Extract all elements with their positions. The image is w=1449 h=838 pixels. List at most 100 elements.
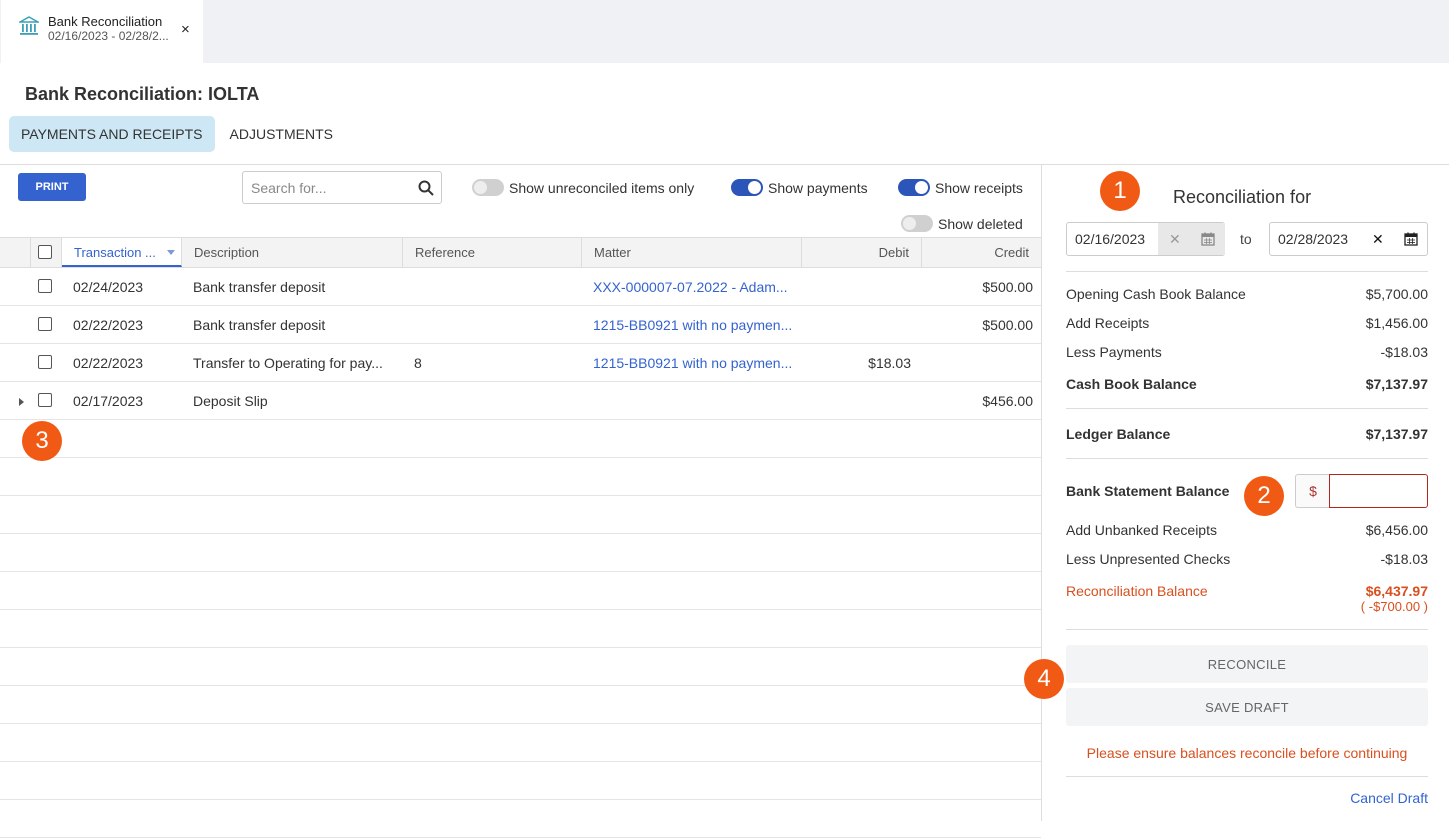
empty-row bbox=[0, 458, 1041, 496]
bank-statement-input[interactable] bbox=[1329, 474, 1428, 508]
print-button[interactable]: PRINT bbox=[18, 173, 86, 201]
cell-date: 02/22/2023 bbox=[73, 317, 144, 333]
empty-row bbox=[0, 610, 1041, 648]
callout-badge-3: 3 bbox=[22, 421, 62, 461]
cell-debit: $18.03 bbox=[868, 355, 911, 371]
column-reference[interactable]: Reference bbox=[403, 238, 582, 267]
tab-title: Bank Reconciliation bbox=[48, 14, 163, 29]
column-debit[interactable]: Debit bbox=[802, 238, 922, 267]
value: $7,137.97 bbox=[1365, 426, 1428, 442]
table-row[interactable]: 02/22/2023 Bank transfer deposit 1215-BB… bbox=[0, 306, 1041, 344]
cell-description: Deposit Slip bbox=[193, 393, 268, 409]
select-all-checkbox[interactable] bbox=[38, 245, 52, 259]
cell-credit: $500.00 bbox=[982, 279, 1033, 295]
add-receipts-row: Add Receipts $1,456.00 bbox=[1066, 315, 1428, 331]
expand-arrow-icon[interactable] bbox=[19, 398, 24, 406]
cell-description: Bank transfer deposit bbox=[193, 317, 326, 333]
to-label: to bbox=[1240, 231, 1252, 247]
table-row[interactable]: 02/22/2023 Transfer to Operating for pay… bbox=[0, 344, 1041, 382]
label: Add Receipts bbox=[1066, 315, 1150, 331]
toggle-switch[interactable] bbox=[901, 215, 933, 232]
divider bbox=[1041, 164, 1042, 821]
tab-bank-reconciliation[interactable]: Bank Reconciliation 02/16/2023 - 02/28/2… bbox=[1, 0, 203, 63]
divider bbox=[1066, 776, 1428, 777]
tab-adjustments[interactable]: ADJUSTMENTS bbox=[218, 116, 345, 152]
toggle-switch[interactable] bbox=[898, 179, 930, 196]
column-description[interactable]: Description bbox=[182, 238, 403, 267]
tab-subtitle: 02/16/2023 - 02/28/2... bbox=[48, 29, 169, 43]
divider bbox=[0, 164, 1449, 165]
row-checkbox[interactable] bbox=[38, 355, 52, 369]
label: Cash Book Balance bbox=[1066, 376, 1197, 392]
matter-link[interactable]: XXX-000007-07.2022 - Adam... bbox=[593, 268, 800, 306]
ledger-balance-row: Ledger Balance $7,137.97 bbox=[1066, 426, 1428, 442]
row-checkbox[interactable] bbox=[38, 393, 52, 407]
label: Reconciliation Balance bbox=[1066, 583, 1208, 599]
clear-date-icon[interactable]: ✕ bbox=[1372, 231, 1384, 248]
reconciliation-title: Reconciliation for bbox=[1173, 187, 1312, 207]
empty-row bbox=[0, 724, 1041, 762]
save-draft-button[interactable]: SAVE DRAFT bbox=[1066, 688, 1428, 726]
page-title: Bank Reconciliation: IOLTA bbox=[25, 84, 260, 104]
unpresented-checks-row: Less Unpresented Checks -$18.03 bbox=[1066, 551, 1428, 567]
cell-date: 02/22/2023 bbox=[73, 355, 144, 371]
sort-down-icon bbox=[167, 250, 175, 255]
toggle-label: Show unreconciled items only bbox=[509, 179, 695, 196]
empty-row bbox=[0, 572, 1041, 610]
to-date-picker: ✕ bbox=[1269, 222, 1428, 256]
divider bbox=[1066, 629, 1428, 630]
value: $6,437.97 bbox=[1365, 583, 1428, 599]
toggle-switch[interactable] bbox=[472, 179, 504, 196]
cell-date: 02/17/2023 bbox=[73, 393, 144, 409]
tab-payments-and-receipts[interactable]: PAYMENTS AND RECEIPTS bbox=[9, 116, 215, 152]
cash-book-balance-row: Cash Book Balance $7,137.97 bbox=[1066, 376, 1428, 392]
value: $7,137.97 bbox=[1365, 376, 1428, 392]
matter-link[interactable]: 1215-BB0921 with no paymen... bbox=[593, 344, 800, 382]
divider bbox=[1066, 271, 1428, 272]
value: $5,700.00 bbox=[1365, 286, 1428, 302]
toggle-label: Show receipts bbox=[935, 179, 1023, 196]
search-icon[interactable] bbox=[418, 180, 434, 196]
divider bbox=[1066, 408, 1428, 409]
cell-description: Bank transfer deposit bbox=[193, 279, 326, 295]
calendar-icon[interactable] bbox=[1404, 232, 1418, 246]
table-row[interactable]: 02/24/2023 Bank transfer deposit XXX-000… bbox=[0, 268, 1041, 306]
search-box bbox=[242, 171, 442, 204]
bank-statement-row: Bank Statement Balance bbox=[1066, 483, 1266, 499]
column-transaction-date[interactable]: Transaction ... bbox=[62, 238, 182, 267]
empty-row bbox=[0, 534, 1041, 572]
toggle-unreconciled[interactable]: Show unreconciled items only bbox=[472, 179, 694, 196]
matter-link[interactable]: 1215-BB0921 with no paymen... bbox=[593, 306, 800, 344]
reconcile-button[interactable]: RECONCILE bbox=[1066, 645, 1428, 683]
toggle-deleted[interactable]: Show deleted bbox=[901, 215, 1023, 232]
divider bbox=[1066, 458, 1428, 459]
clear-date-icon[interactable]: ✕ bbox=[1169, 231, 1181, 248]
column-credit[interactable]: Credit bbox=[922, 238, 1041, 267]
calendar-icon[interactable] bbox=[1201, 232, 1215, 246]
cancel-draft-link[interactable]: Cancel Draft bbox=[1350, 790, 1428, 806]
cell-description: Transfer to Operating for pay... bbox=[193, 355, 383, 371]
value: $1,456.00 bbox=[1365, 315, 1428, 331]
callout-badge-4: 4 bbox=[1024, 659, 1064, 699]
callout-badge-2: 2 bbox=[1244, 476, 1284, 516]
toggle-switch[interactable] bbox=[731, 179, 763, 196]
from-date-input[interactable] bbox=[1067, 223, 1157, 255]
toggle-label: Show payments bbox=[768, 179, 868, 196]
row-checkbox[interactable] bbox=[38, 279, 52, 293]
bank-statement-field: $ bbox=[1295, 474, 1428, 508]
to-date-input[interactable] bbox=[1270, 223, 1360, 255]
row-checkbox[interactable] bbox=[38, 317, 52, 331]
cell-credit: $500.00 bbox=[982, 317, 1033, 333]
reconciliation-balance-row: Reconciliation Balance $6,437.97 bbox=[1066, 583, 1428, 599]
header-expander bbox=[0, 238, 31, 267]
opening-balance-row: Opening Cash Book Balance $5,700.00 bbox=[1066, 286, 1428, 302]
label: Opening Cash Book Balance bbox=[1066, 286, 1246, 302]
toggle-receipts[interactable]: Show receipts bbox=[898, 179, 1023, 196]
column-label: Transaction ... bbox=[74, 245, 156, 260]
column-matter[interactable]: Matter bbox=[582, 238, 802, 267]
warning-message: Please ensure balances reconcile before … bbox=[1086, 745, 1408, 761]
table-row[interactable]: 02/17/2023 Deposit Slip $456.00 bbox=[0, 382, 1041, 420]
search-input[interactable] bbox=[243, 172, 413, 203]
toggle-payments[interactable]: Show payments bbox=[731, 179, 868, 196]
close-icon[interactable]: × bbox=[181, 21, 190, 38]
